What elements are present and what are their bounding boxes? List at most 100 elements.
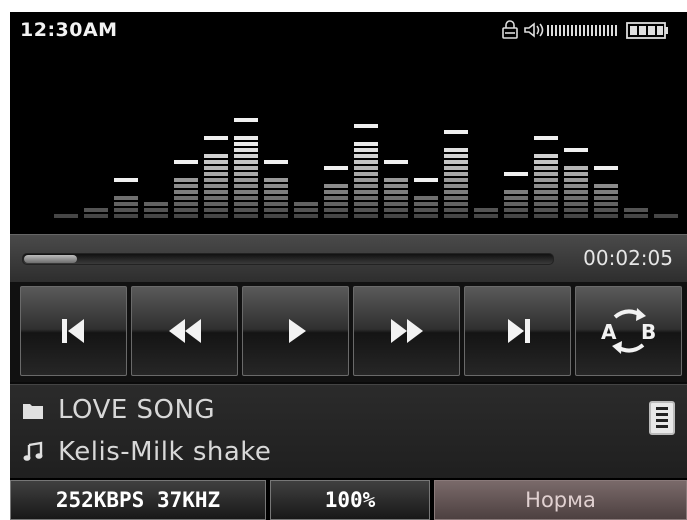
spectrum-segment bbox=[444, 214, 468, 218]
spectrum-segment bbox=[594, 196, 618, 200]
play-button[interactable] bbox=[242, 286, 349, 376]
spectrum-peak bbox=[174, 160, 198, 164]
spectrum-segment bbox=[564, 190, 588, 194]
spectrum-column bbox=[354, 124, 378, 218]
spectrum-segment bbox=[504, 214, 528, 218]
next-track-button[interactable] bbox=[464, 286, 571, 376]
spectrum-segment bbox=[624, 214, 648, 218]
spectrum-segment bbox=[474, 208, 498, 212]
music-player-screen: 12:30AM 00:02:05 A B LOVE SONG Kelis-Mil… bbox=[10, 12, 687, 520]
playlist-button[interactable] bbox=[649, 401, 675, 435]
spectrum-segment bbox=[354, 214, 378, 218]
status-bar: 12:30AM bbox=[10, 12, 687, 48]
spectrum-segment bbox=[564, 214, 588, 218]
spectrum-segment bbox=[234, 178, 258, 182]
spectrum-segment bbox=[534, 172, 558, 176]
spectrum-segment bbox=[204, 208, 228, 212]
spectrum-segment bbox=[174, 178, 198, 182]
spectrum-segment bbox=[204, 190, 228, 194]
spectrum-segment bbox=[324, 202, 348, 206]
spectrum-column bbox=[174, 160, 198, 218]
spectrum-segment bbox=[174, 208, 198, 212]
spectrum-column bbox=[294, 202, 318, 218]
spectrum-segment bbox=[564, 202, 588, 206]
spectrum-segment bbox=[174, 214, 198, 218]
spectrum-segment bbox=[234, 154, 258, 158]
spectrum-peak bbox=[534, 136, 558, 140]
spectrum-segment bbox=[564, 208, 588, 212]
spectrum-segment bbox=[594, 214, 618, 218]
spectrum-segment bbox=[204, 154, 228, 158]
progress-track[interactable] bbox=[22, 253, 554, 265]
spectrum-segment bbox=[264, 214, 288, 218]
music-note-icon bbox=[23, 441, 43, 461]
speaker-icon bbox=[524, 22, 544, 38]
spectrum-column bbox=[534, 136, 558, 218]
spectrum-column bbox=[264, 160, 288, 218]
spectrum-segment bbox=[444, 178, 468, 182]
spectrum-segment bbox=[144, 202, 168, 206]
spectrum-segment bbox=[354, 196, 378, 200]
spectrum-segment bbox=[234, 142, 258, 146]
spectrum-peak bbox=[444, 130, 468, 134]
spectrum-segment bbox=[234, 196, 258, 200]
ab-repeat-button[interactable]: A B bbox=[575, 286, 682, 376]
spectrum-peak bbox=[264, 160, 288, 164]
spectrum-segment bbox=[384, 184, 408, 188]
spectrum-column bbox=[654, 214, 678, 218]
spectrum-segment bbox=[444, 160, 468, 164]
play-mode-label[interactable]: Норма bbox=[434, 480, 687, 520]
fast-forward-button[interactable] bbox=[353, 286, 460, 376]
spectrum-peak bbox=[384, 160, 408, 164]
skip-next-icon bbox=[507, 319, 530, 343]
spectrum-segment bbox=[444, 166, 468, 170]
spectrum-segment bbox=[324, 214, 348, 218]
spectrum-segment bbox=[564, 172, 588, 176]
spectrum-segment bbox=[384, 178, 408, 182]
spectrum-segment bbox=[354, 202, 378, 206]
spectrum-segment bbox=[384, 196, 408, 200]
spectrum-column bbox=[384, 160, 408, 218]
spectrum-segment bbox=[384, 202, 408, 206]
spectrum-segment bbox=[534, 208, 558, 212]
bitrate-label: 252KBPS 37KHZ bbox=[10, 480, 266, 520]
spectrum-segment bbox=[294, 202, 318, 206]
spectrum-segment bbox=[234, 172, 258, 176]
spectrum-column bbox=[54, 214, 78, 218]
spectrum-segment bbox=[384, 208, 408, 212]
spectrum-peak bbox=[414, 178, 438, 182]
spectrum-segment bbox=[264, 184, 288, 188]
spectrum-segment bbox=[444, 208, 468, 212]
spectrum-segment bbox=[114, 196, 138, 200]
spectrum-peak bbox=[594, 166, 618, 170]
spectrum-segment bbox=[414, 202, 438, 206]
spectrum-segment bbox=[324, 190, 348, 194]
svg-text:A: A bbox=[601, 320, 617, 344]
svg-text:B: B bbox=[641, 320, 656, 344]
play-icon bbox=[288, 319, 306, 343]
spectrum-segment bbox=[444, 202, 468, 206]
spectrum-segment bbox=[84, 208, 108, 212]
spectrum-segment bbox=[354, 184, 378, 188]
spectrum-peak bbox=[504, 172, 528, 176]
spectrum-segment bbox=[234, 160, 258, 164]
spectrum-peak bbox=[234, 118, 258, 122]
skip-previous-icon bbox=[61, 319, 84, 343]
spectrum-segment bbox=[324, 208, 348, 212]
rewind-button[interactable] bbox=[131, 286, 238, 376]
spectrum-segment bbox=[594, 190, 618, 194]
spectrum-segment bbox=[204, 172, 228, 176]
previous-track-button[interactable] bbox=[20, 286, 127, 376]
spectrum-segment bbox=[504, 208, 528, 212]
signal-bars-icon bbox=[547, 25, 617, 36]
spectrum-segment bbox=[234, 190, 258, 194]
spectrum-segment bbox=[444, 190, 468, 194]
folder-row: LOVE SONG bbox=[22, 393, 215, 427]
progress-fill bbox=[24, 255, 77, 263]
spectrum-segment bbox=[234, 166, 258, 170]
elapsed-time: 00:02:05 bbox=[583, 246, 673, 270]
spectrum-segment bbox=[444, 184, 468, 188]
spectrum-segment bbox=[534, 214, 558, 218]
spectrum-column bbox=[234, 118, 258, 218]
spectrum-segment bbox=[534, 184, 558, 188]
